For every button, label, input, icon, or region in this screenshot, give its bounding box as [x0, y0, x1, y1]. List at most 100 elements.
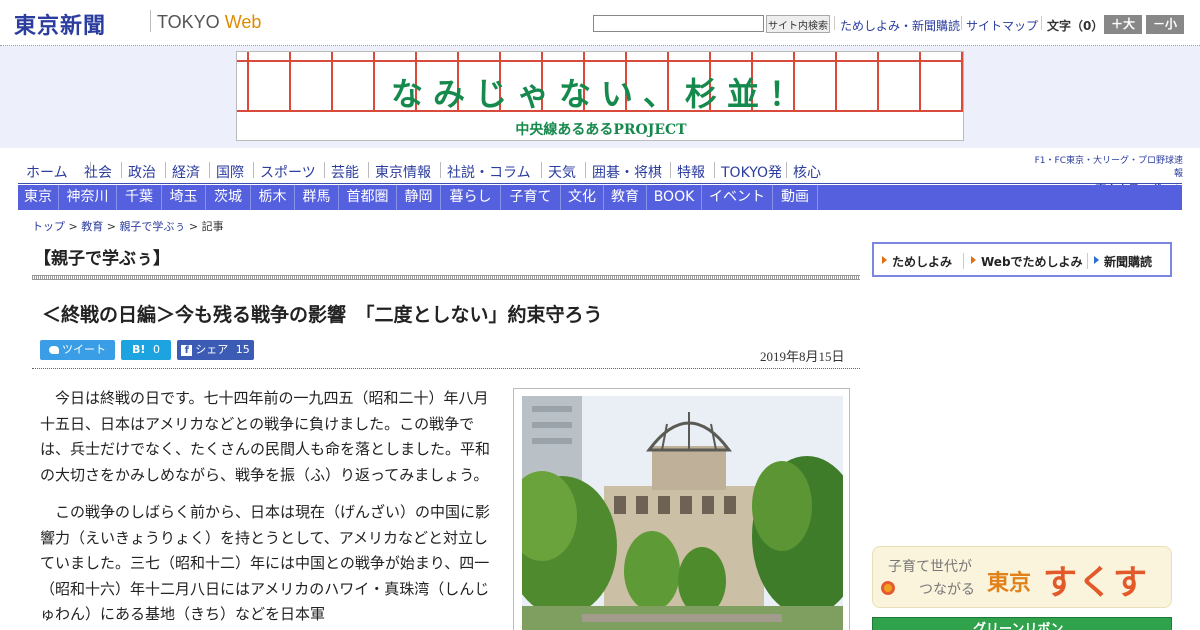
nav-book[interactable]: BOOK: [647, 185, 702, 210]
nav-shizuoka[interactable]: 静岡: [397, 185, 441, 210]
nav-politics[interactable]: 政治: [128, 162, 156, 182]
facebook-share-button[interactable]: f シェア 15: [177, 340, 254, 360]
nav-society[interactable]: 社会: [84, 162, 112, 182]
site-search-input[interactable]: [593, 15, 764, 32]
header-divider: [1041, 16, 1042, 30]
sitemap-link[interactable]: サイトマップ: [966, 17, 1038, 34]
site-logo-en[interactable]: TOKYO Web: [157, 12, 261, 33]
font-size-label: 文字（0）: [1047, 19, 1104, 33]
chunichi-sports-promo[interactable]: F1・FC東京・大リーグ・プロ野球速報 東京中日スポーツ: [1028, 153, 1183, 196]
site-logo-jp[interactable]: 東京新聞: [14, 8, 106, 40]
nav-kanagawa[interactable]: 神奈川: [59, 185, 117, 210]
photo-illustration: [522, 396, 843, 630]
nav-tokyo-info[interactable]: 東京情報: [375, 162, 431, 182]
breadcrumb: トップ > 教育 > 親子で学ぶぅ > 記事: [32, 218, 224, 234]
nav-video[interactable]: 動画: [773, 185, 818, 210]
nav-tokuho[interactable]: 特報: [677, 162, 705, 182]
nav-sports[interactable]: スポーツ: [260, 162, 316, 182]
web-trial-read-link[interactable]: Webでためしよみ: [981, 253, 1083, 270]
nav-divider: [440, 162, 441, 178]
breadcrumb-separator: >: [65, 220, 82, 233]
breadcrumb-oyako[interactable]: 親子で学ぶぅ: [119, 220, 185, 233]
nav-economy[interactable]: 経済: [172, 162, 200, 182]
sukusuku-tokyo: 東京: [987, 571, 1032, 596]
nav-divider: [670, 162, 671, 178]
nav-tochigi[interactable]: 栃木: [251, 185, 295, 210]
logo-divider: [150, 10, 151, 32]
hatena-icon: B!: [132, 343, 146, 356]
breadcrumb-current: 記事: [201, 220, 224, 233]
sidebar-divider: [963, 253, 964, 269]
sports-promo-line1: F1・FC東京・大リーグ・プロ野球速報: [1034, 156, 1183, 179]
nav-kyoiku[interactable]: 教育: [604, 185, 647, 210]
site-search-button[interactable]: サイト内検索: [766, 15, 830, 33]
nav-tokyo[interactable]: 東京: [18, 185, 59, 210]
subscribe-link[interactable]: 新聞購読: [1104, 253, 1152, 270]
nav-chiba[interactable]: 千葉: [117, 185, 162, 210]
tokyo-sukusuku-ad[interactable]: 子育て世代が つながる 東京 すくすく: [872, 546, 1172, 608]
nav-event[interactable]: イベント: [702, 185, 773, 210]
green-ribbon-ad[interactable]: グリーンリボン: [872, 617, 1172, 630]
tweet-button[interactable]: ツイート: [40, 340, 115, 360]
nav-entertainment[interactable]: 芸能: [331, 162, 359, 182]
breadcrumb-top[interactable]: トップ: [32, 220, 65, 233]
nav-tokyo-hatsu[interactable]: TOKYO発: [721, 162, 782, 182]
nav-saitama[interactable]: 埼玉: [162, 185, 206, 210]
article-paragraph: この戦争のしばらく前から、日本は現在（げんざい）の中国に影響力（えいきょうりょく…: [40, 503, 491, 623]
arrow-icon: [971, 256, 976, 264]
nav-divider: [368, 162, 369, 178]
twitter-bird-icon: [49, 346, 59, 354]
breadcrumb-separator: >: [103, 220, 120, 233]
banner-title: なみじゃない、杉並！: [390, 75, 811, 113]
arrow-icon: [1094, 256, 1099, 264]
arrow-icon: [882, 256, 887, 264]
nav-kurashi[interactable]: 暮らし: [441, 185, 501, 210]
hatena-bookmark-button[interactable]: B! 0: [121, 340, 171, 360]
section-divider: [32, 275, 860, 280]
nav-bunka[interactable]: 文化: [561, 185, 604, 210]
green-ribbon-text: グリーンリボン: [973, 622, 1064, 630]
banner-area: なみじゃない、杉並！ 中央線あるあるPROJECT: [0, 46, 1200, 148]
nav-gunma[interactable]: 群馬: [295, 185, 339, 210]
header-divider: [961, 16, 962, 30]
sidebar-divider: [1087, 253, 1088, 269]
nav-divider: [541, 162, 542, 178]
nav-ibaraki[interactable]: 茨城: [206, 185, 251, 210]
breadcrumb-education[interactable]: 教育: [81, 220, 103, 233]
article-photo-frame: [513, 388, 850, 630]
banner-rail-top: [237, 60, 963, 62]
logo-tokyo-text: TOKYO: [157, 12, 220, 32]
font-smaller-button[interactable]: －小: [1146, 15, 1184, 34]
nav-weather[interactable]: 天気: [548, 162, 576, 182]
flower-icon: [881, 581, 895, 595]
nav-divider: [253, 162, 254, 178]
trial-subscribe-link[interactable]: ためしよみ・新聞購読: [840, 17, 960, 34]
nav-home[interactable]: ホーム: [26, 162, 68, 182]
nav-kakushin[interactable]: 核心: [793, 162, 821, 182]
sukusuku-tagline-2: つながる: [919, 582, 975, 598]
section-title: 【親子で学ぶぅ】: [34, 249, 170, 269]
tweet-label: ツイート: [62, 343, 106, 356]
publish-date: 2019年8月15日: [760, 349, 845, 364]
font-bigger-button[interactable]: ＋大: [1104, 15, 1142, 34]
hatena-count: 0: [152, 343, 160, 356]
nav-divider: [585, 162, 586, 178]
nav-shutoken[interactable]: 首都圏: [339, 185, 397, 210]
nav-kosodate[interactable]: 子育て: [501, 185, 561, 210]
nav-go-shogi[interactable]: 囲碁・将棋: [592, 162, 662, 182]
nav-world[interactable]: 国際: [216, 162, 244, 182]
article-divider: [32, 368, 860, 369]
atomic-bomb-dome-photo[interactable]: [522, 396, 843, 630]
sukusuku-tagline-1: 子育て世代が: [888, 559, 972, 575]
nav-divider: [714, 162, 715, 178]
nav-editorial[interactable]: 社説・コラム: [447, 162, 531, 182]
article-title: ＜終戦の日編＞今も残る戦争の影響 「二度としない」約束守ろう: [42, 304, 603, 326]
trial-read-link[interactable]: ためしよみ: [892, 253, 952, 270]
facebook-share-label: シェア: [195, 343, 229, 356]
logo-web-text: Web: [224, 12, 262, 32]
facebook-icon: f: [181, 344, 193, 356]
article-paragraph: 今日は終戦の日です。七十四年前の一九四五（昭和二十）年八月十五日、日本はアメリカ…: [40, 389, 491, 484]
suginami-banner-ad[interactable]: なみじゃない、杉並！ 中央線あるあるPROJECT: [236, 51, 964, 141]
breadcrumb-separator: >: [185, 220, 202, 233]
sukusuku-logo: すくすく: [1043, 563, 1148, 603]
